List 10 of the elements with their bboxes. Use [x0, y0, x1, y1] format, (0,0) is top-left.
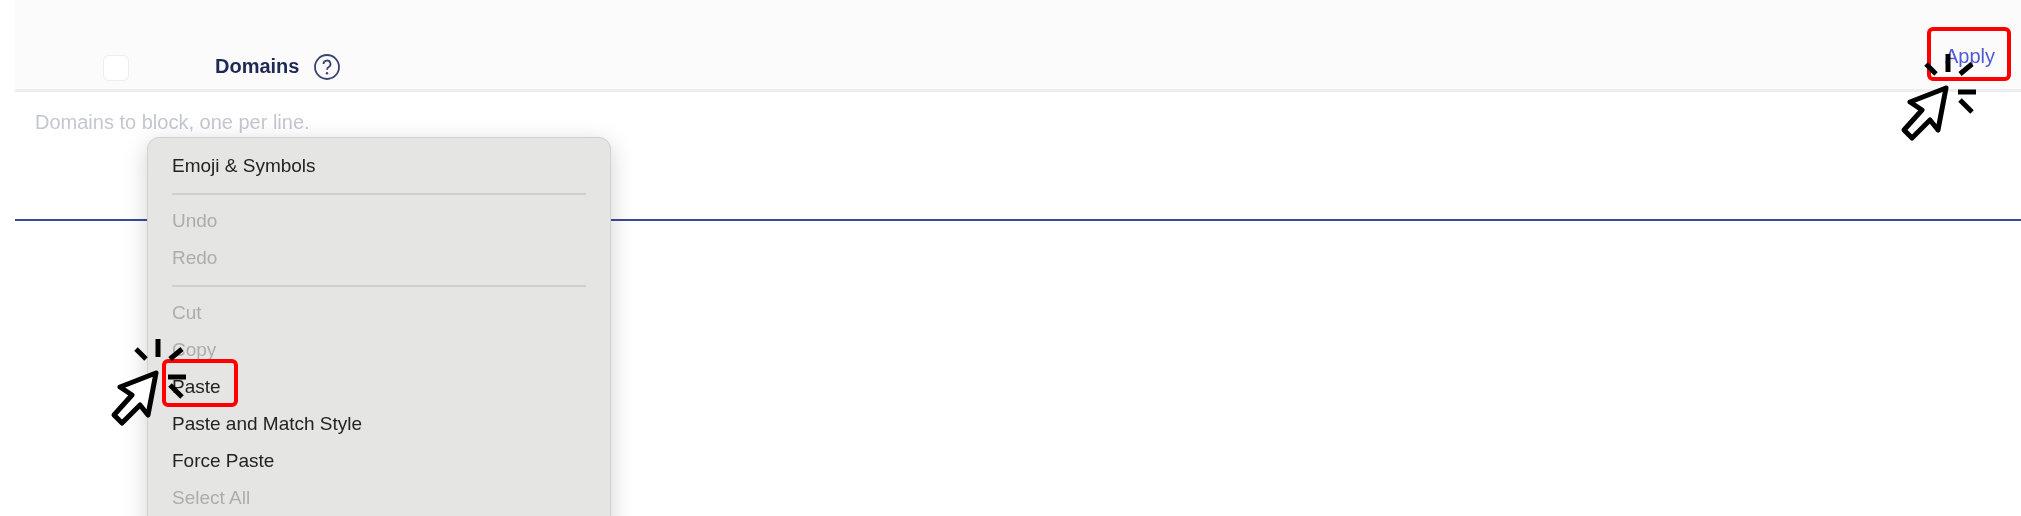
menu-item: Cut [172, 301, 202, 326]
menu-item[interactable]: Paste and Match Style [172, 410, 363, 439]
menu-item: Undo [172, 209, 218, 234]
menu-item: Select All [172, 486, 251, 511]
menu-item[interactable]: Paste [172, 373, 221, 402]
column-title: Domains [215, 54, 300, 79]
menu-item: Redo [172, 246, 218, 271]
help-icon[interactable] [313, 53, 342, 81]
menu-item[interactable]: Force Paste [172, 447, 275, 476]
menu-item[interactable]: Emoji & Symbols [172, 152, 316, 181]
